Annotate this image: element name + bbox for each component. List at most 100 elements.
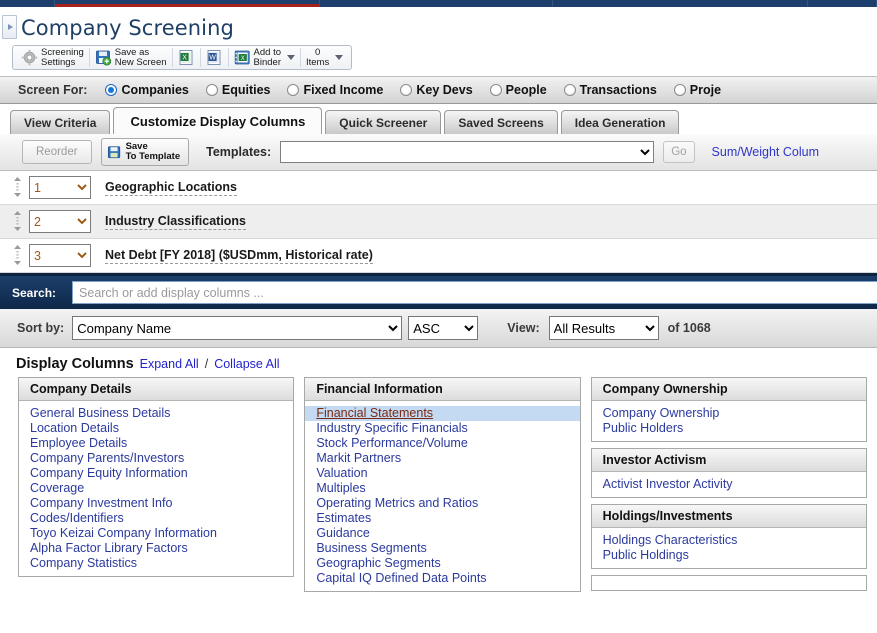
reorder-handle-icon[interactable] — [12, 176, 23, 199]
link-guidance[interactable]: Guidance — [305, 526, 579, 541]
link-public-holders[interactable]: Public Holders — [592, 421, 866, 436]
link-geographic-segments[interactable]: Geographic Segments — [305, 556, 579, 571]
sort-bar: Sort by: Company Name ASC View: All Resu… — [0, 309, 877, 348]
tab-strip-segment[interactable] — [320, 0, 553, 7]
link-estimates[interactable]: Estimates — [305, 511, 579, 526]
templates-select[interactable] — [280, 141, 655, 163]
link-public-holdings[interactable]: Public Holdings — [592, 548, 866, 563]
save-to-template-button[interactable]: Save To Template — [100, 138, 190, 166]
chevron-down-icon[interactable] — [287, 55, 295, 60]
panel-investor-activism: Investor Activism Activist Investor Acti… — [590, 448, 867, 498]
column-order-select-1[interactable]: 1 — [29, 176, 91, 199]
link-business-segments[interactable]: Business Segments — [305, 541, 579, 556]
items-label-text: Items — [306, 56, 330, 68]
link-codes-identifiers[interactable]: Codes/Identifiers — [19, 511, 293, 526]
add-to-binder-button[interactable]: X Add to Binder — [229, 46, 301, 68]
browser-tab-strip — [0, 0, 877, 7]
screen-for-option-key-devs[interactable]: Key Devs — [400, 83, 473, 97]
column-name-geographic-locations[interactable]: Geographic Locations — [105, 180, 237, 196]
link-coverage[interactable]: Coverage — [19, 481, 293, 496]
templates-toolbar: Reorder Save To Template Templates: Go S… — [0, 134, 877, 171]
column-name-industry-classifications[interactable]: Industry Classifications — [105, 214, 247, 230]
link-general-business-details[interactable]: General Business Details — [19, 406, 293, 421]
collapse-arrow-icon[interactable] — [2, 15, 17, 39]
link-holdings-characteristics[interactable]: Holdings Characteristics — [592, 533, 866, 548]
sort-direction-select[interactable]: ASC — [408, 316, 479, 340]
tab-strip-segment[interactable] — [808, 0, 877, 7]
screen-for-option-equities[interactable]: Equities — [205, 83, 270, 97]
link-stock-performance-volume[interactable]: Stock Performance/Volume — [305, 436, 579, 451]
link-company-investment-info[interactable]: Company Investment Info — [19, 496, 293, 511]
items-count-menu[interactable]: 0 Items — [301, 46, 348, 68]
column-name-net-debt[interactable]: Net Debt [FY 2018] ($USDmm, Historical r… — [105, 248, 373, 264]
link-company-parents-investors[interactable]: Company Parents/Investors — [19, 451, 293, 466]
screen-for-bar: Screen For: Companies Equities Fixed Inc… — [0, 76, 877, 104]
chevron-down-icon[interactable] — [335, 55, 344, 60]
screen-for-option-people[interactable]: People — [489, 83, 547, 97]
screen-for-option-fixed-income[interactable]: Fixed Income — [287, 83, 383, 97]
collapse-all-link[interactable]: Collapse All — [214, 357, 279, 371]
link-capital-iq-defined-data-points[interactable]: Capital IQ Defined Data Points — [305, 571, 579, 586]
main-tab-bar: View Criteria Customize Display Columns … — [0, 104, 877, 134]
items-count-value: 0 — [314, 46, 321, 58]
link-company-ownership[interactable]: Company Ownership — [592, 406, 866, 421]
panel-body: Company Ownership Public Holders — [592, 401, 866, 441]
radio-icon[interactable] — [673, 84, 686, 96]
link-financial-statements[interactable]: Financial Statements — [305, 406, 580, 421]
expand-all-link[interactable]: Expand All — [140, 357, 199, 371]
link-location-details[interactable]: Location Details — [19, 421, 293, 436]
binder-icon: X — [234, 49, 251, 66]
radio-icon[interactable] — [563, 84, 576, 96]
screen-for-option-projects[interactable]: Proje — [673, 83, 721, 97]
link-operating-metrics-and-ratios[interactable]: Operating Metrics and Ratios — [305, 496, 579, 511]
radio-icon[interactable] — [489, 84, 502, 96]
link-company-equity-information[interactable]: Company Equity Information — [19, 466, 293, 481]
link-markit-partners[interactable]: Markit Partners — [305, 451, 579, 466]
reorder-handle-icon[interactable] — [12, 210, 23, 233]
panel-heading: Holdings/Investments — [591, 505, 866, 528]
link-alpha-factor-library-factors[interactable]: Alpha Factor Library Factors — [19, 541, 293, 556]
export-excel-button[interactable]: X — [173, 48, 201, 67]
svg-text:W: W — [209, 55, 216, 62]
reorder-handle-icon[interactable] — [12, 244, 23, 267]
panel-heading: Financial Information — [305, 378, 580, 401]
tab-customize-display-columns[interactable]: Customize Display Columns — [113, 107, 323, 134]
link-multiples[interactable]: Multiples — [305, 481, 579, 496]
tab-quick-screener[interactable]: Quick Screener — [325, 110, 442, 134]
link-company-statistics[interactable]: Company Statistics — [19, 556, 293, 571]
toolbar-container: Screening Settings Save as New Screen X … — [0, 41, 877, 73]
tab-strip-segment-active[interactable] — [55, 0, 320, 7]
tab-saved-screens[interactable]: Saved Screens — [444, 110, 558, 134]
view-select[interactable]: All Results — [548, 316, 659, 340]
screen-for-option-transactions[interactable]: Transactions — [563, 83, 657, 97]
add-to-binder-label: Add to Binder — [253, 46, 281, 68]
column-order-select-3[interactable]: 3 — [29, 244, 91, 267]
screening-settings-button[interactable]: Screening Settings — [16, 47, 90, 67]
export-word-button[interactable]: W — [201, 48, 229, 67]
sort-by-select[interactable]: Company Name — [72, 316, 403, 340]
tab-strip-segment[interactable] — [0, 0, 55, 7]
radio-icon[interactable] — [105, 84, 118, 96]
templates-label: Templates: — [206, 145, 272, 159]
radio-icon[interactable] — [287, 84, 300, 96]
radio-icon[interactable] — [205, 84, 218, 96]
save-as-new-screen-label: Save as New Screen — [115, 47, 167, 68]
tab-strip-segment[interactable] — [553, 0, 808, 7]
tab-idea-generation[interactable]: Idea Generation — [560, 110, 680, 134]
items-count-label: 0 Items — [306, 46, 330, 68]
column-order-select-2[interactable]: 2 — [29, 210, 91, 233]
save-as-new-screen-button[interactable]: Save as New Screen — [90, 47, 173, 68]
link-toyo-keizai-company-information[interactable]: Toyo Keizai Company Information — [19, 526, 293, 541]
link-industry-specific-financials[interactable]: Industry Specific Financials — [305, 421, 579, 436]
add-to-binder-line1: Add to — [253, 46, 281, 58]
link-activist-investor-activity[interactable]: Activist Investor Activity — [592, 477, 866, 492]
search-input[interactable] — [72, 281, 877, 304]
tab-view-criteria[interactable]: View Criteria — [10, 110, 111, 134]
sum-weight-columns-link[interactable]: Sum/Weight Colum — [712, 145, 819, 159]
reorder-button[interactable]: Reorder — [22, 140, 92, 164]
screen-for-option-companies[interactable]: Companies — [105, 83, 189, 97]
link-employee-details[interactable]: Employee Details — [19, 436, 293, 451]
go-button[interactable]: Go — [663, 141, 695, 163]
radio-icon[interactable] — [400, 84, 413, 96]
link-valuation[interactable]: Valuation — [305, 466, 579, 481]
